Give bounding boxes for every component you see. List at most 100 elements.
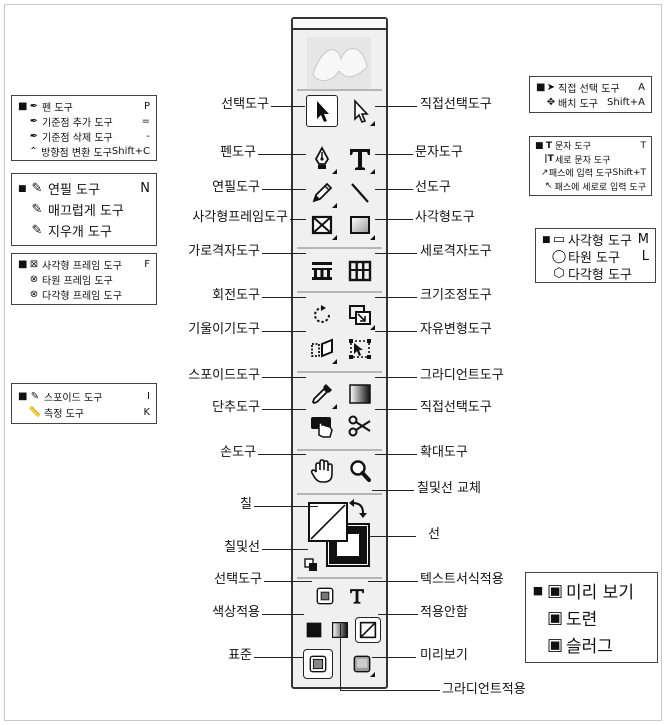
shear-tool[interactable] <box>306 333 338 365</box>
label-selection-tool: 선택도구 <box>221 97 269 112</box>
separator <box>297 577 382 579</box>
zoom-tool[interactable] <box>344 455 376 487</box>
solid-swatch-icon <box>306 622 322 638</box>
flyout-item[interactable]: ▣ 도련 <box>532 604 651 631</box>
flyout-item[interactable]: ↗ 패스에 입력 도구 Shift+T <box>535 166 646 180</box>
add-anchor-icon: ✒ <box>29 116 39 127</box>
direct-select-icon: ➤ <box>546 82 556 93</box>
vertical-grid-tool[interactable] <box>344 255 376 287</box>
apply-color-button[interactable] <box>303 619 325 641</box>
leader-line <box>370 536 416 537</box>
flyout-item[interactable]: ■ ✒ 펜 도구 P <box>18 99 150 114</box>
flyout-item[interactable]: ✎ 지우개 도구 <box>18 220 150 241</box>
flyout-item[interactable]: ◯ 타원 도구 L <box>542 248 649 266</box>
pen-tool[interactable] <box>306 143 338 175</box>
flyout-item[interactable]: ✒ 기준점 삭제 도구 - <box>18 129 150 144</box>
leader-line <box>262 614 304 615</box>
apply-none-button[interactable] <box>355 617 381 643</box>
leader-line <box>340 624 341 690</box>
flyout-item[interactable]: ⬡ 다각형 도구 <box>542 265 649 283</box>
label-line-tool: 선도구 <box>415 180 451 195</box>
label-apply-color: 색상적용 <box>212 605 260 620</box>
label-eyedropper-tool: 스포이드도구 <box>188 368 260 383</box>
rectangle-frame-tool[interactable] <box>306 209 338 241</box>
flyout-item[interactable]: 📏 측정 도구 K <box>18 404 150 420</box>
formatting-affects-container-button[interactable] <box>313 585 337 607</box>
vertical-grid-icon <box>348 260 372 282</box>
flyout-item[interactable]: ⊗ 타원 프레임 도구 <box>18 272 150 287</box>
selection-tool[interactable] <box>306 95 338 127</box>
leader-line <box>262 377 306 378</box>
flyout-item[interactable]: ■ ⊠ 사각형 프레임 도구 F <box>18 257 150 272</box>
black-arrow-icon <box>317 101 329 122</box>
leader-line <box>375 331 417 332</box>
label-direct-selection-tool: 직접선택도구 <box>420 97 492 112</box>
leader-line <box>258 154 306 155</box>
scissors-icon <box>348 415 371 437</box>
rectangle-tool[interactable] <box>344 209 376 241</box>
leader-line <box>262 189 306 190</box>
rotate-tool[interactable] <box>306 299 338 331</box>
flyout-item[interactable]: ■ ▭ 사각형 도구 M <box>542 231 649 249</box>
formatting-affects-text-button[interactable] <box>345 585 369 607</box>
slug-mode-icon: ▣ <box>546 634 564 655</box>
type-on-path-icon: ↗ <box>540 167 549 178</box>
leader-line <box>375 106 417 107</box>
gradient-tool[interactable] <box>344 378 376 410</box>
direct-selection-tool[interactable] <box>344 95 376 127</box>
type-icon: T <box>545 140 553 151</box>
free-transform-icon <box>349 339 371 359</box>
leader-line <box>375 377 417 378</box>
delete-anchor-icon: ✒ <box>29 131 39 142</box>
scale-tool[interactable] <box>344 299 376 331</box>
flyout-item[interactable]: ⌃ 방향점 변환 도구 Shift+C <box>18 144 150 159</box>
normal-view-button[interactable] <box>303 649 333 679</box>
line-tool[interactable] <box>344 177 376 209</box>
leader-line <box>262 253 306 254</box>
flyout-item[interactable]: ✎ 매끄럽게 도구 <box>18 199 150 220</box>
pencil-tool[interactable] <box>306 177 338 209</box>
flyout-item[interactable]: ↖ 패스에 세로로 입력 도구 <box>535 180 646 194</box>
type-tool[interactable] <box>344 143 376 175</box>
separator <box>297 89 382 91</box>
label-free-transform-tool: 자유변형도구 <box>420 322 492 337</box>
vertical-type-on-path-icon: ↖ <box>544 181 553 192</box>
leader-line <box>264 581 312 582</box>
label-preview-view: 미리보기 <box>420 648 468 663</box>
none-swatch-icon <box>359 621 377 639</box>
button-tool[interactable] <box>306 410 338 442</box>
flyout-item[interactable]: ■ ✎ 연필 도구 N <box>18 178 150 199</box>
label-scale-tool: 크기조정도구 <box>420 288 492 303</box>
eyedropper-tool[interactable] <box>306 378 338 410</box>
label-swap-fill-stroke: 칠및선 교체 <box>417 481 481 496</box>
hand-tool[interactable] <box>306 455 338 487</box>
gradient-swatch-icon <box>349 384 371 404</box>
flyout-item[interactable]: |T 세로 문자 도구 <box>535 153 646 167</box>
button-hand-icon <box>311 417 333 438</box>
flyout-item[interactable]: ■ ➤ 직접 선택 도구 A <box>536 80 645 95</box>
horizontal-grid-tool[interactable] <box>306 255 338 287</box>
label-gradient-tool: 그라디언트도구 <box>420 368 504 383</box>
label-pen-tool: 펜도구 <box>220 145 256 160</box>
flyout-item[interactable]: ■ ▣ 미리 보기 <box>532 577 651 604</box>
scissors-tool[interactable] <box>344 410 376 442</box>
polygon-frame-icon: ⊗ <box>29 289 39 300</box>
panel-title-bar[interactable] <box>293 19 386 30</box>
pencil-tools-flyout: ■ ✎ 연필 도구 N ✎ 매끄럽게 도구 ✎ 지우개 도구 <box>11 173 157 246</box>
bleed-mode-icon: ▣ <box>546 607 564 628</box>
flyout-item[interactable]: ■ T 문자 도구 T <box>535 139 646 153</box>
flyout-item[interactable]: ■ ✎ 스포이드 도구 I <box>18 388 150 404</box>
free-transform-tool[interactable] <box>344 333 376 365</box>
flyout-item[interactable]: ✥ 배치 도구 Shift+A <box>536 95 645 110</box>
preview-view-button[interactable] <box>348 650 376 678</box>
selection-tools-flyout: ■ ➤ 직접 선택 도구 A ✥ 배치 도구 Shift+A <box>529 76 652 113</box>
label-pencil-tool: 연필도구 <box>212 180 260 195</box>
erase-tool-icon: ✎ <box>31 223 43 238</box>
fill-stroke-control[interactable] <box>303 497 381 577</box>
label-vertical-grid-tool: 세로격자도구 <box>420 244 492 259</box>
preview-view-icon <box>353 655 371 673</box>
flyout-item[interactable]: ⊗ 다각형 프레임 도구 <box>18 287 150 302</box>
flyout-item[interactable]: ✒ 기준점 추가 도구 = <box>18 114 150 129</box>
flyout-item[interactable]: ▣ 슬러그 <box>532 631 651 658</box>
pen-tools-flyout: ■ ✒ 펜 도구 P ✒ 기준점 추가 도구 = ✒ 기준점 삭제 도구 - ⌃ 방향점 변환 … <box>11 95 157 161</box>
